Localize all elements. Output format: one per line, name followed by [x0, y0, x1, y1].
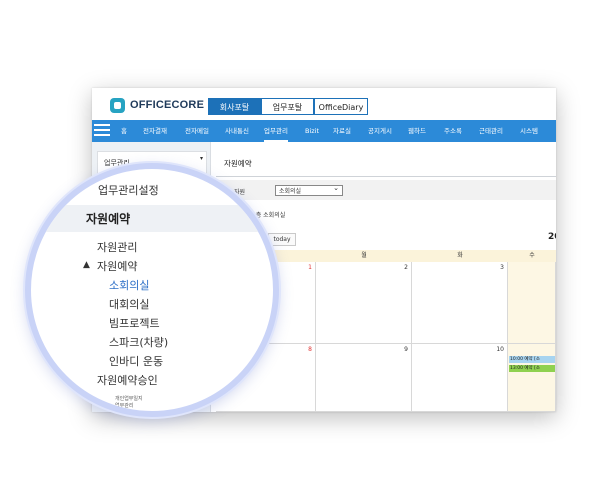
day-number: 1 [308, 264, 312, 271]
calendar-day[interactable] [508, 262, 556, 344]
nav-item-email[interactable]: 전자메일 [185, 120, 209, 142]
main-nav: 홈 전자결재 전자메일 사내통신 업무관리 Bizit 자료실 공지게시 웹하드… [92, 120, 556, 142]
room-item-spark-vehicle[interactable]: 스파크(차량) [109, 334, 168, 350]
nav-item-system[interactable]: 시스템 [520, 120, 538, 142]
section-header-resource-booking: 자원예약 [86, 212, 131, 226]
menu-item-personal-log[interactable]: 개인업무일지 [115, 395, 143, 402]
page-title: 자원예약 [224, 159, 252, 168]
calendar-day[interactable]: 10:00 예약 [소 13:00 예약 [소 [508, 344, 556, 412]
sidebar-collapse-icon[interactable]: ▾ [200, 155, 203, 162]
magnifier-lens: 업무관리설정 자원예약 자원관리 ▲ 자원예약 소회의실 대회의실 빔프로젝트 … [25, 163, 279, 417]
menu-item-work-management[interactable]: 업무관리 [115, 402, 133, 409]
room-item-small-meeting[interactable]: 소회의실 [109, 277, 149, 293]
logo-icon [110, 97, 125, 113]
tab-company-portal[interactable]: 회사포탈 [208, 98, 261, 115]
event-reservation[interactable]: 13:00 예약 [소 [509, 365, 555, 372]
nav-item-internal[interactable]: 사내통신 [225, 120, 249, 142]
nav-item-archive[interactable]: 자료실 [333, 120, 351, 142]
nav-item-notice[interactable]: 공지게시 [368, 120, 392, 142]
expand-arrow-icon[interactable]: ▲ [83, 260, 90, 270]
weekday-wed: 수 [508, 250, 556, 262]
logo-text: OFFICECORE [130, 99, 205, 111]
nav-item-attendance[interactable]: 근태관리 [479, 120, 503, 142]
nav-item-bizit[interactable]: Bizit [305, 120, 319, 142]
tab-work-portal[interactable]: 업무포탈 [261, 98, 314, 115]
room-item-large-meeting[interactable]: 대회의실 [109, 296, 149, 312]
weekday-tue: 화 [412, 250, 509, 262]
day-number: 8 [308, 346, 312, 353]
section-header-bg [31, 205, 273, 232]
menu-item-resource-manage[interactable]: 자원관리 [97, 239, 137, 255]
calendar-day[interactable]: 10 [412, 344, 508, 412]
room-item-beam-projector[interactable]: 빔프로젝트 [109, 315, 160, 331]
weekday-mon: 월 [316, 250, 413, 262]
nav-item-address-book[interactable]: 주소록 [444, 120, 462, 142]
resource-select[interactable]: 소회의실 [275, 183, 343, 196]
header: OFFICECORE 회사포탈 업무포탈 OfficeDiary [92, 88, 556, 120]
day-number: 2 [404, 264, 408, 271]
day-number: 10 [496, 346, 504, 353]
officecore-logo[interactable]: OFFICECORE [110, 96, 204, 114]
nav-item-home[interactable]: 홈 [121, 120, 127, 142]
menu-item-booking-approval[interactable]: 자원예약승인 [97, 372, 158, 388]
filter-bar [216, 180, 556, 200]
calendar-day[interactable]: 9 [316, 344, 412, 412]
event-reservation[interactable]: 10:00 예약 [소 [509, 356, 555, 363]
hamburger-menu-icon[interactable] [94, 124, 110, 138]
day-number: 3 [500, 264, 504, 271]
tab-office-diary[interactable]: OfficeDiary [314, 98, 368, 115]
nav-item-work-management[interactable]: 업무관리 [264, 120, 288, 142]
title-divider [216, 176, 556, 177]
day-number: 9 [404, 346, 408, 353]
settings-menu-item[interactable]: 업무관리설정 [98, 182, 159, 198]
room-item-inbody-exercise[interactable]: 인바디 운동 [109, 353, 163, 369]
today-button[interactable]: today [268, 233, 296, 246]
calendar-day[interactable]: 2 [316, 262, 412, 344]
menu-item-resource-booking[interactable]: 자원예약 [97, 258, 137, 274]
nav-item-webhard[interactable]: 웹하드 [408, 120, 426, 142]
calendar-year: 20 [548, 232, 556, 242]
nav-item-approval[interactable]: 전자결재 [143, 120, 167, 142]
calendar-day[interactable]: 3 [412, 262, 508, 344]
